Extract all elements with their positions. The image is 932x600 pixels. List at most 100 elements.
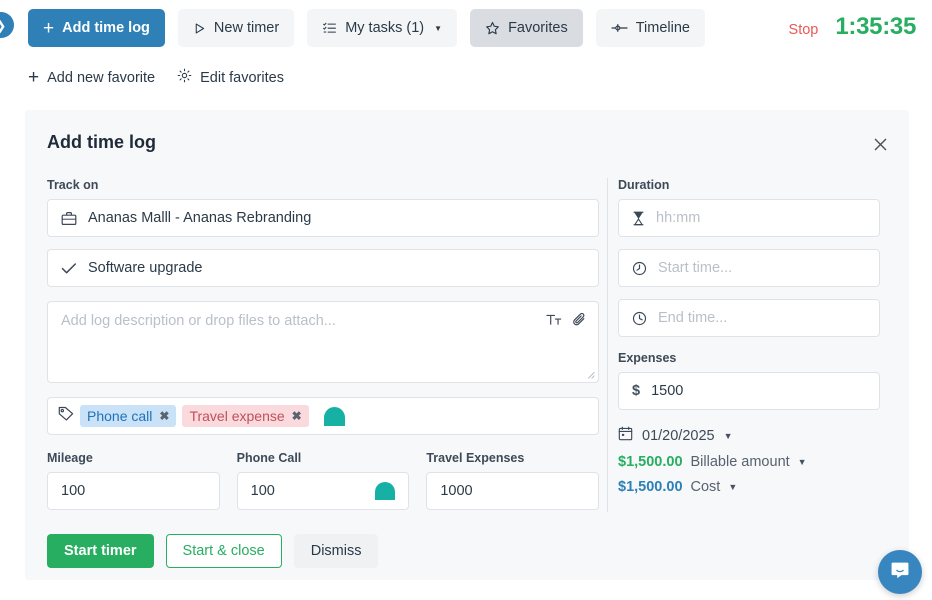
column-divider: [607, 178, 608, 512]
date-picker[interactable]: 01/20/2025 ▼: [618, 426, 880, 445]
end-time-placeholder: End time...: [658, 310, 728, 326]
cost-row[interactable]: $1,500.00 Cost ▼: [618, 479, 880, 495]
play-outline-icon: [193, 22, 206, 35]
tag-icon: [58, 406, 74, 426]
tags-input[interactable]: Phone call ✖ Travel expense ✖: [47, 397, 599, 435]
chevron-down-icon: ▼: [723, 430, 733, 441]
chevron-down-icon: ▼: [434, 23, 443, 33]
expense-fields-row: Mileage 100 Phone Call 100 Travel Expens…: [47, 451, 600, 510]
mileage-value: 100: [61, 483, 86, 499]
add-time-log-button[interactable]: + Add time log: [28, 9, 165, 47]
top-toolbar: ❯ + Add time log New timer My tasks (1) …: [0, 0, 932, 56]
description-placeholder: Add log description or drop files to att…: [61, 313, 336, 329]
tag-chip-label: Travel expense: [189, 408, 285, 424]
task-value: Software upgrade: [88, 260, 203, 276]
task-select[interactable]: Software upgrade: [47, 249, 599, 287]
add-new-favorite-label: Add new favorite: [47, 69, 156, 86]
start-timer-button[interactable]: Start timer: [47, 534, 154, 568]
right-column: Duration hh:mm Start time... End time...…: [618, 178, 880, 495]
timeline-button[interactable]: Timeline: [595, 9, 705, 47]
track-on-label: Track on: [47, 178, 99, 192]
plus-icon: +: [28, 67, 40, 88]
edit-favorites-label: Edit favorites: [200, 69, 284, 86]
expenses-input[interactable]: $ 1500: [618, 372, 880, 410]
text-format-icon[interactable]: [546, 313, 562, 330]
attachment-icon[interactable]: [572, 312, 587, 331]
duration-input[interactable]: hh:mm: [618, 199, 880, 237]
tag-remove-icon[interactable]: ✖: [159, 409, 169, 423]
billable-amount-value: $1,500.00: [618, 454, 683, 470]
mileage-input[interactable]: 100: [47, 472, 220, 510]
end-time-input[interactable]: End time...: [618, 299, 880, 337]
phone-call-field-group: Phone Call 100: [236, 451, 410, 510]
chat-bubble-icon: [889, 559, 911, 586]
add-time-log-label: Add time log: [62, 20, 150, 36]
clock-icon: [632, 311, 647, 326]
project-select[interactable]: Ananas Malll - Ananas Rebranding: [47, 199, 599, 237]
add-new-favorite-button[interactable]: + Add new favorite: [28, 68, 155, 87]
resize-handle[interactable]: [586, 370, 596, 380]
phone-call-value: 100: [250, 483, 275, 499]
star-icon: [485, 21, 500, 36]
textarea-tools: [546, 312, 587, 331]
billable-amount-row[interactable]: $1,500.00 Billable amount ▼: [618, 454, 880, 470]
travel-expenses-label: Travel Expenses: [426, 451, 525, 465]
gear-icon: [177, 68, 192, 87]
panel-title: Add time log: [47, 132, 156, 152]
duration-label: Duration: [618, 178, 670, 192]
billable-amount-label: Billable amount: [690, 454, 790, 470]
expenses-value: 1500: [651, 383, 684, 399]
start-time-input[interactable]: Start time...: [618, 249, 880, 287]
cost-value: $1,500.00: [618, 479, 683, 495]
left-column: Track on Ananas Malll - Ananas Rebrandin…: [47, 178, 600, 510]
panel-actions: Start timer Start & close Dismiss: [47, 534, 379, 568]
chat-launcher-button[interactable]: [878, 550, 922, 594]
timeline-label: Timeline: [635, 20, 690, 36]
mileage-label: Mileage: [47, 451, 93, 465]
dismiss-button[interactable]: Dismiss: [293, 534, 379, 568]
calendar-icon: [618, 426, 633, 445]
mileage-field-group: Mileage 100: [47, 451, 220, 510]
hourglass-icon: [632, 211, 645, 226]
timer-elapsed-value: 1:35:35: [835, 13, 916, 40]
clock-icon: [632, 261, 647, 276]
plus-icon: +: [43, 17, 55, 39]
running-timer: Stop 1:35:35: [789, 13, 917, 41]
chevron-down-icon: ▼: [797, 457, 807, 467]
task-list-icon: [322, 21, 337, 35]
sidebar-collapse-toggle[interactable]: ❯: [0, 12, 14, 38]
my-tasks-label: My tasks (1): [345, 20, 425, 36]
start-and-close-button[interactable]: Start & close: [165, 534, 282, 568]
tag-chip-phone-call: Phone call ✖: [80, 405, 177, 427]
phone-call-label: Phone Call: [236, 451, 302, 465]
new-timer-label: New timer: [213, 20, 280, 36]
phone-call-input[interactable]: 100: [236, 472, 410, 510]
edit-favorites-button[interactable]: Edit favorites: [177, 68, 284, 87]
favorites-label: Favorites: [508, 20, 568, 36]
cost-label: Cost: [690, 479, 721, 495]
timeline-icon: [611, 22, 628, 34]
chevron-right-icon: ❯: [0, 19, 6, 32]
add-time-log-panel: Add time log Track on Ananas Malll - Ana…: [25, 110, 909, 580]
tag-chip-travel-expense: Travel expense ✖: [182, 405, 309, 427]
stop-timer-button[interactable]: Stop: [789, 22, 819, 38]
new-timer-button[interactable]: New timer: [177, 9, 295, 47]
favorites-button[interactable]: Favorites: [470, 9, 583, 47]
briefcase-icon: [61, 211, 77, 226]
arch-badge-icon: [323, 406, 345, 426]
travel-expenses-input[interactable]: 1000: [426, 472, 600, 510]
travel-expenses-field-group: Travel Expenses 1000: [426, 451, 600, 510]
duration-placeholder: hh:mm: [656, 210, 701, 226]
favorites-subbar: + Add new favorite Edit favorites: [28, 68, 284, 87]
arch-badge-icon: [375, 482, 396, 500]
close-icon[interactable]: [869, 133, 891, 155]
tag-remove-icon[interactable]: ✖: [292, 409, 302, 423]
currency-symbol: $: [632, 383, 641, 399]
tag-chip-label: Phone call: [87, 408, 153, 424]
description-textarea[interactable]: Add log description or drop files to att…: [47, 301, 599, 383]
travel-expenses-value: 1000: [440, 483, 473, 499]
check-icon: [61, 262, 77, 275]
chevron-down-icon: ▼: [728, 482, 738, 492]
my-tasks-button[interactable]: My tasks (1) ▼: [307, 9, 458, 47]
date-value: 01/20/2025: [642, 427, 715, 444]
